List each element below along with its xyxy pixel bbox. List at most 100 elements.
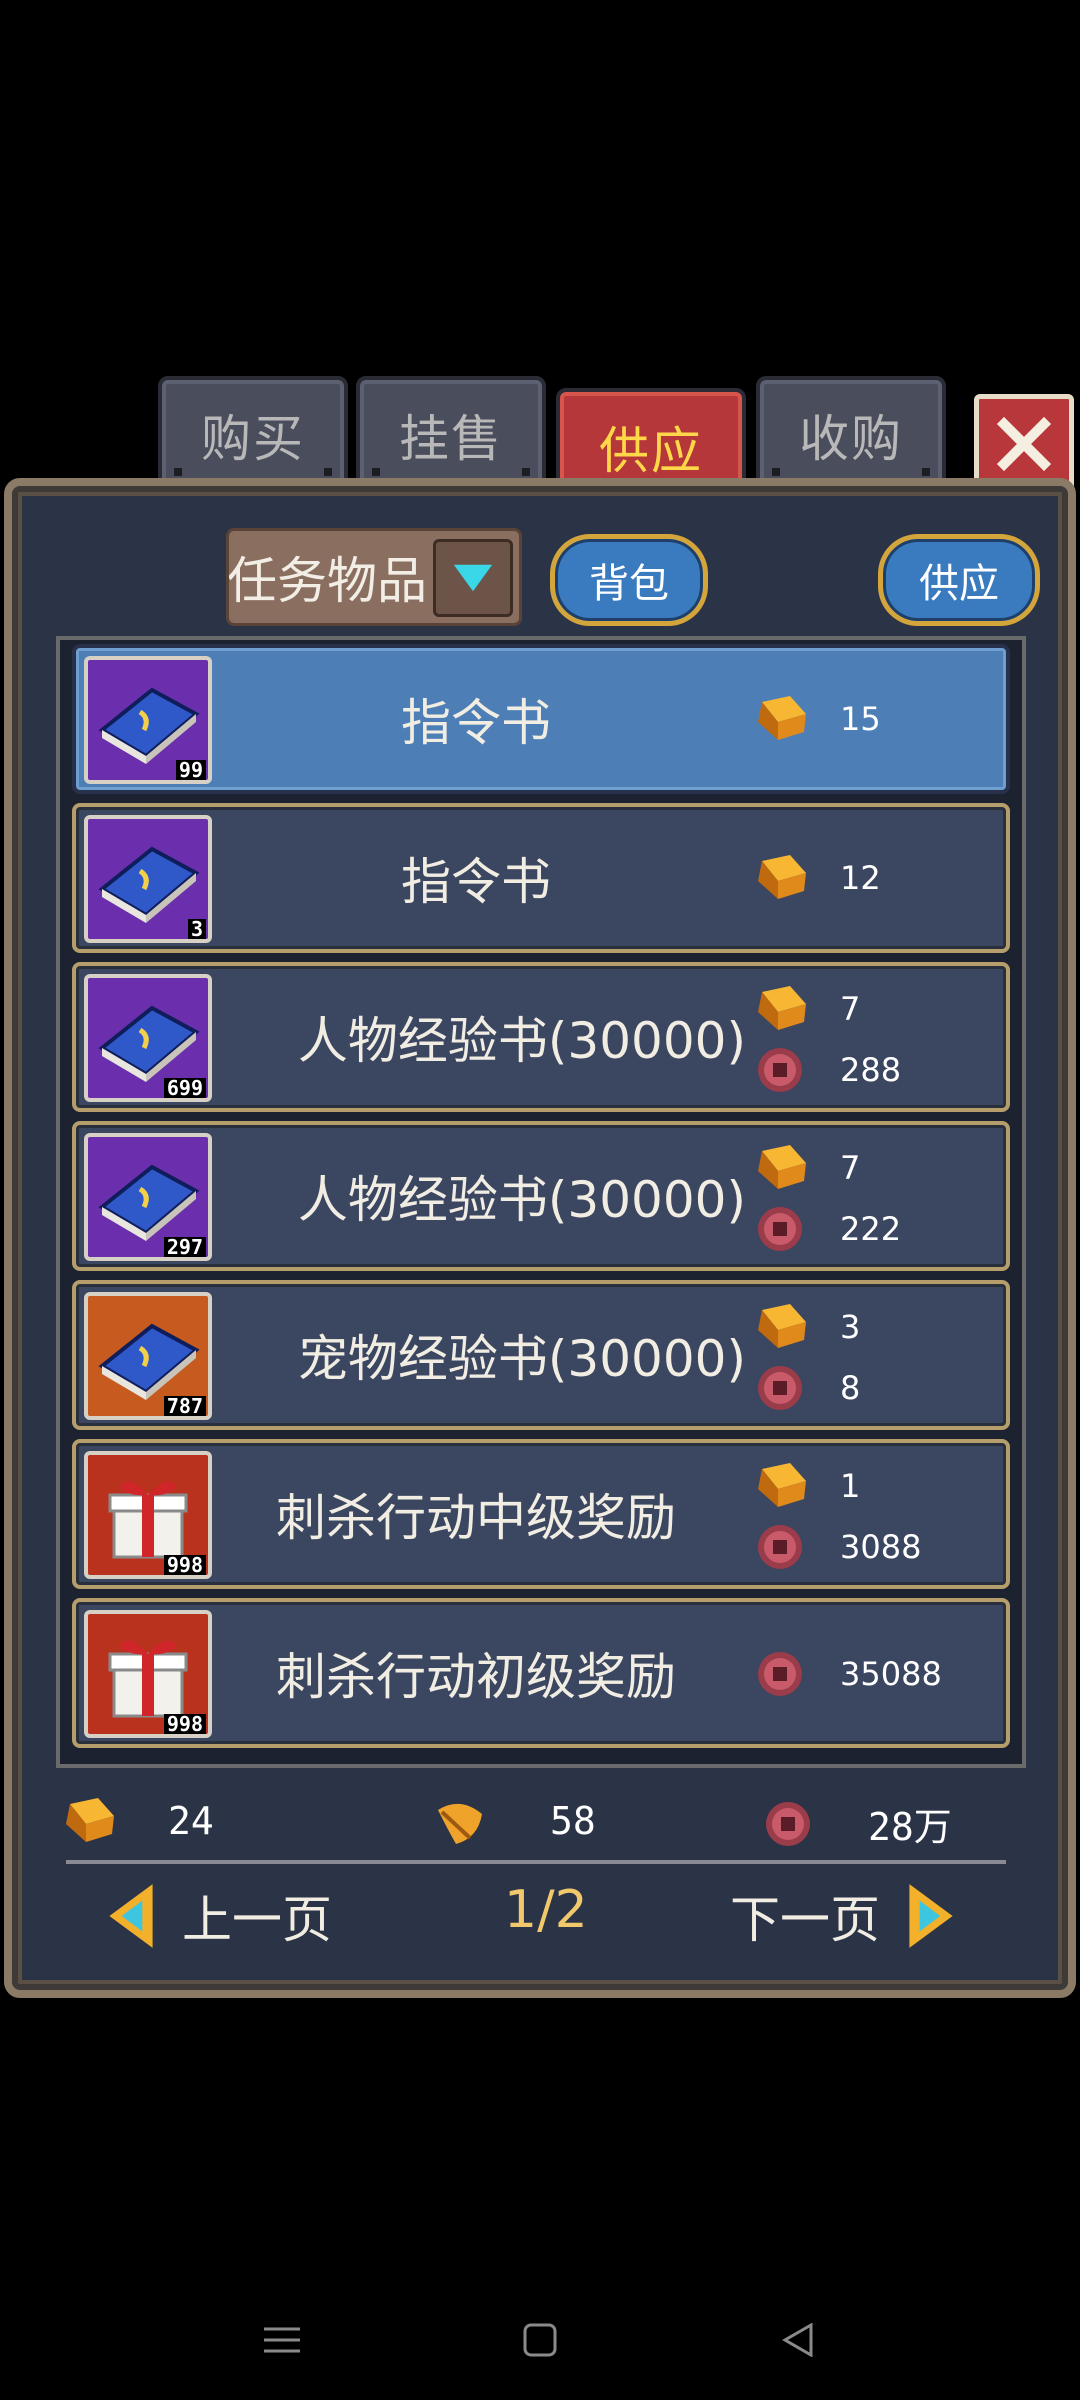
- item-icon: 3: [84, 815, 212, 943]
- coin-price-value: 288: [840, 1051, 902, 1089]
- next-page-button[interactable]: 下一页: [730, 1880, 958, 1952]
- item-icon: 787: [84, 1292, 212, 1420]
- gold-ingot-icon: [758, 1145, 806, 1189]
- coin-price: 222: [756, 1205, 901, 1253]
- item-count: 699: [163, 1078, 206, 1098]
- close-icon: [996, 416, 1052, 472]
- coin-price-value: 222: [840, 1210, 902, 1248]
- gold-price: 12: [748, 851, 881, 905]
- gold-price: 1: [748, 1459, 860, 1513]
- leaf-balance-value: 58: [550, 1799, 596, 1843]
- item-name: 指令书: [401, 694, 551, 752]
- item-count: 99: [175, 760, 206, 780]
- item-icon: 998: [84, 1451, 212, 1579]
- tab-purchase[interactable]: 收购: [756, 376, 946, 494]
- item-row[interactable]: 3 指令书 12: [72, 803, 1010, 953]
- gold-price: 7: [748, 1141, 860, 1195]
- item-row[interactable]: 297 人物经验书(30000) 7 222: [72, 1121, 1010, 1271]
- tab-buy[interactable]: 购买: [158, 376, 348, 494]
- copper-coin-icon: [758, 1525, 802, 1569]
- copper-coin-icon: [758, 1048, 802, 1092]
- tab-consign[interactable]: 挂售: [356, 376, 546, 494]
- coin-price: 35088: [756, 1650, 942, 1698]
- item-prices: 7 288: [676, 966, 996, 1108]
- arrow-right-icon: [909, 1884, 953, 1948]
- menu-nav-icon[interactable]: [242, 2300, 322, 2380]
- gold-price-value: 15: [840, 700, 881, 738]
- leaf-balance: 58: [430, 1794, 596, 1848]
- gold-price-value: 3: [840, 1308, 861, 1346]
- item-count: 998: [163, 1714, 206, 1734]
- item-icon: 699: [84, 974, 212, 1102]
- item-icon: 297: [84, 1133, 212, 1261]
- item-prices: 35088: [676, 1602, 996, 1744]
- item-name: 刺杀行动初级奖励: [276, 1648, 676, 1706]
- item-row[interactable]: 99 指令书 15: [72, 644, 1010, 794]
- coin-price: 3088: [756, 1523, 921, 1571]
- gold-balance: 24: [56, 1794, 214, 1848]
- coin-price-value: 3088: [840, 1528, 922, 1566]
- prev-page-button[interactable]: 上一页: [104, 1880, 332, 1952]
- item-icon: 99: [84, 656, 212, 784]
- category-selected: 任务物品: [227, 552, 427, 610]
- gold-ingot-icon: [758, 855, 806, 899]
- gold-ingot-icon: [66, 1798, 114, 1842]
- copper-coin-icon: [758, 1652, 802, 1696]
- gold-ingot-icon: [758, 1304, 806, 1348]
- coin-price-value: 35088: [840, 1655, 942, 1693]
- copper-coin-icon: [758, 1207, 802, 1251]
- item-prices: 12: [676, 807, 996, 949]
- copper-coin-icon: [758, 1366, 802, 1410]
- back-nav-icon[interactable]: [758, 2300, 838, 2380]
- gold-ingot-icon: [758, 986, 806, 1030]
- copper-coin-icon: [766, 1801, 810, 1846]
- item-name: 刺杀行动中级奖励: [276, 1489, 676, 1547]
- gold-ingot-icon: [758, 1463, 806, 1507]
- item-row[interactable]: 998 刺杀行动初级奖励 35088: [72, 1598, 1010, 1748]
- item-prices: 1 3088: [676, 1443, 996, 1585]
- gold-price: 7: [748, 982, 860, 1036]
- coin-price: 288: [756, 1046, 901, 1094]
- item-count: 787: [163, 1396, 206, 1416]
- gold-price: 3: [748, 1300, 860, 1354]
- item-count: 297: [163, 1237, 206, 1257]
- dropdown-arrow-icon: [433, 539, 513, 617]
- category-dropdown[interactable]: 任务物品: [226, 528, 522, 626]
- item-count: 998: [163, 1555, 206, 1575]
- tab-buy-label: 购买: [201, 410, 305, 468]
- next-page-label: 下一页: [730, 1891, 880, 1949]
- tab-purchase-label: 收购: [799, 410, 903, 468]
- item-row[interactable]: 699 人物经验书(30000) 7 288: [72, 962, 1010, 1112]
- bag-button[interactable]: 背包: [550, 534, 708, 626]
- leaf-icon: [438, 1803, 482, 1844]
- page-indicator: 1/2: [504, 1880, 588, 1940]
- gold-price-value: 7: [840, 1149, 861, 1187]
- prev-page-label: 上一页: [182, 1891, 332, 1949]
- item-name: 宠物经验书(30000): [297, 1330, 746, 1388]
- item-count: 3: [187, 919, 206, 939]
- supply-button-label: 供应: [919, 561, 999, 607]
- item-row[interactable]: 998 刺杀行动中级奖励 1 3088: [72, 1439, 1010, 1589]
- gold-price-value: 1: [840, 1467, 861, 1505]
- coin-balance-value: 28万: [868, 1805, 952, 1849]
- item-prices: 38: [676, 1284, 996, 1426]
- supply-button[interactable]: 供应: [878, 534, 1040, 626]
- item-name: 人物经验书(30000): [297, 1012, 746, 1070]
- gold-price-value: 12: [840, 859, 881, 897]
- gold-price-value: 7: [840, 990, 861, 1028]
- footer-divider: [66, 1860, 1006, 1864]
- item-row[interactable]: 787 宠物经验书(30000) 3 8: [72, 1280, 1010, 1430]
- item-icon: 998: [84, 1610, 212, 1738]
- coin-balance: 28万: [764, 1796, 952, 1851]
- item-name: 人物经验书(30000): [297, 1171, 746, 1229]
- arrow-left-icon: [109, 1884, 153, 1948]
- coin-price-value: 8: [840, 1369, 861, 1407]
- coin-price: 8: [756, 1364, 860, 1412]
- gold-price: 15: [748, 692, 881, 746]
- home-nav-icon[interactable]: [500, 2300, 580, 2380]
- item-prices: 15: [676, 648, 996, 790]
- bag-button-label: 背包: [589, 561, 669, 607]
- system-navbar: [0, 2300, 1080, 2380]
- tab-supply-label: 供应: [599, 422, 703, 480]
- gold-balance-value: 24: [168, 1799, 214, 1843]
